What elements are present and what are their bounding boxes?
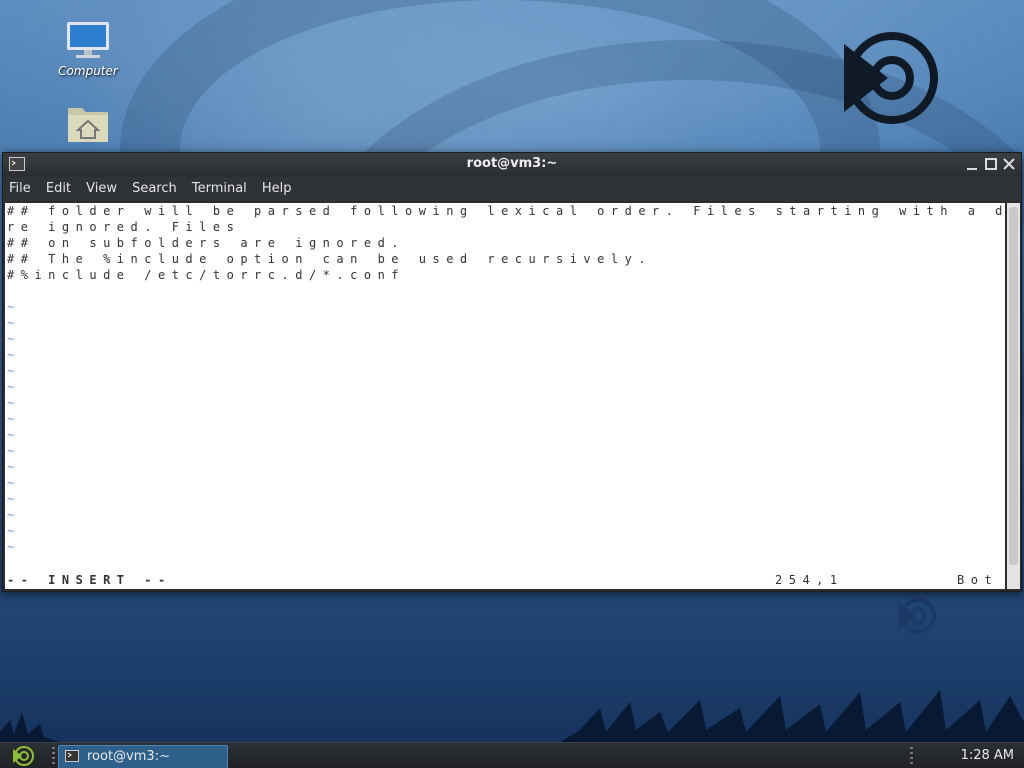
maximize-icon[interactable] <box>984 157 998 171</box>
menu-help[interactable]: Help <box>258 177 296 196</box>
empty-line-marker: ~ <box>7 364 15 378</box>
taskbar-grip <box>910 747 913 765</box>
empty-line-markers: ~ ~ ~ ~ ~ ~ ~ ~ ~ ~ ~ ~ ~ ~ ~ ~ <box>5 299 1005 555</box>
empty-line-marker: ~ <box>7 332 15 346</box>
taskbar: root@vm3:~ 1:28 AM <box>0 742 1024 768</box>
empty-line-marker: ~ <box>7 380 15 394</box>
menu-edit[interactable]: Edit <box>42 177 75 196</box>
editor-line: ## The %include option can be used recur… <box>7 252 653 266</box>
terminal-scrollbar[interactable] <box>1007 203 1020 589</box>
start-menu-icon[interactable] <box>10 745 36 767</box>
menu-file[interactable]: File <box>5 177 35 196</box>
empty-line-marker: ~ <box>7 316 15 330</box>
scrollbar-thumb[interactable] <box>1009 207 1018 565</box>
scroll-position: Bot <box>957 573 999 587</box>
editor-line: #%include /etc/torrc.d/*.conf <box>7 268 406 282</box>
minimize-icon[interactable] <box>965 157 979 171</box>
menu-search[interactable]: Search <box>128 177 181 196</box>
distro-logo-icon <box>844 32 938 124</box>
empty-line-marker: ~ <box>7 508 15 522</box>
terminal-icon <box>65 750 79 762</box>
taskbar-grip <box>52 747 55 765</box>
computer-icon <box>67 22 109 58</box>
terminal-content[interactable]: ## folder will be parsed following lexic… <box>5 203 1005 589</box>
editor-line: ## folder will be parsed following lexic… <box>7 204 1005 218</box>
empty-line-marker: ~ <box>7 460 15 474</box>
desktop-icon-home[interactable] <box>48 100 128 148</box>
menu-terminal[interactable]: Terminal <box>188 177 251 196</box>
wallpaper-grass <box>0 690 1024 742</box>
desktop: Computer root@vm3:~ File Edit View Searc… <box>0 0 1024 768</box>
editor-line: re ignored. Files <box>7 220 241 234</box>
empty-line-marker: ~ <box>7 492 15 506</box>
distro-logo-icon <box>898 598 936 634</box>
clock[interactable]: 1:28 AM <box>961 748 1014 763</box>
editor-line: ## on subfolders are ignored. <box>7 236 406 250</box>
empty-line-marker: ~ <box>7 300 15 314</box>
cursor-position: 254,1 <box>775 573 844 587</box>
home-folder-icon <box>68 108 108 142</box>
empty-line-marker: ~ <box>7 428 15 442</box>
desktop-icon-computer[interactable]: Computer <box>48 20 128 78</box>
taskbar-item-terminal[interactable]: root@vm3:~ <box>58 745 228 768</box>
window-titlebar[interactable]: root@vm3:~ <box>3 153 1021 175</box>
empty-line-marker: ~ <box>7 476 15 490</box>
menubar: File Edit View Search Terminal Help <box>3 177 1021 201</box>
empty-line-marker: ~ <box>7 396 15 410</box>
taskbar-item-label: root@vm3:~ <box>87 749 170 764</box>
terminal-window: root@vm3:~ File Edit View Search Termina… <box>2 152 1022 592</box>
empty-line-marker: ~ <box>7 540 15 554</box>
window-title: root@vm3:~ <box>466 156 558 171</box>
menu-view[interactable]: View <box>82 177 121 196</box>
empty-line-marker: ~ <box>7 524 15 538</box>
desktop-icon-label: Computer <box>58 64 118 78</box>
vim-mode: -- INSERT -- <box>7 573 172 587</box>
empty-line-marker: ~ <box>7 444 15 458</box>
empty-line-marker: ~ <box>7 348 15 362</box>
close-icon[interactable] <box>1002 157 1016 171</box>
empty-line-marker: ~ <box>7 412 15 426</box>
vim-statusline: -- INSERT -- 254,1 Bot <box>5 572 1005 588</box>
